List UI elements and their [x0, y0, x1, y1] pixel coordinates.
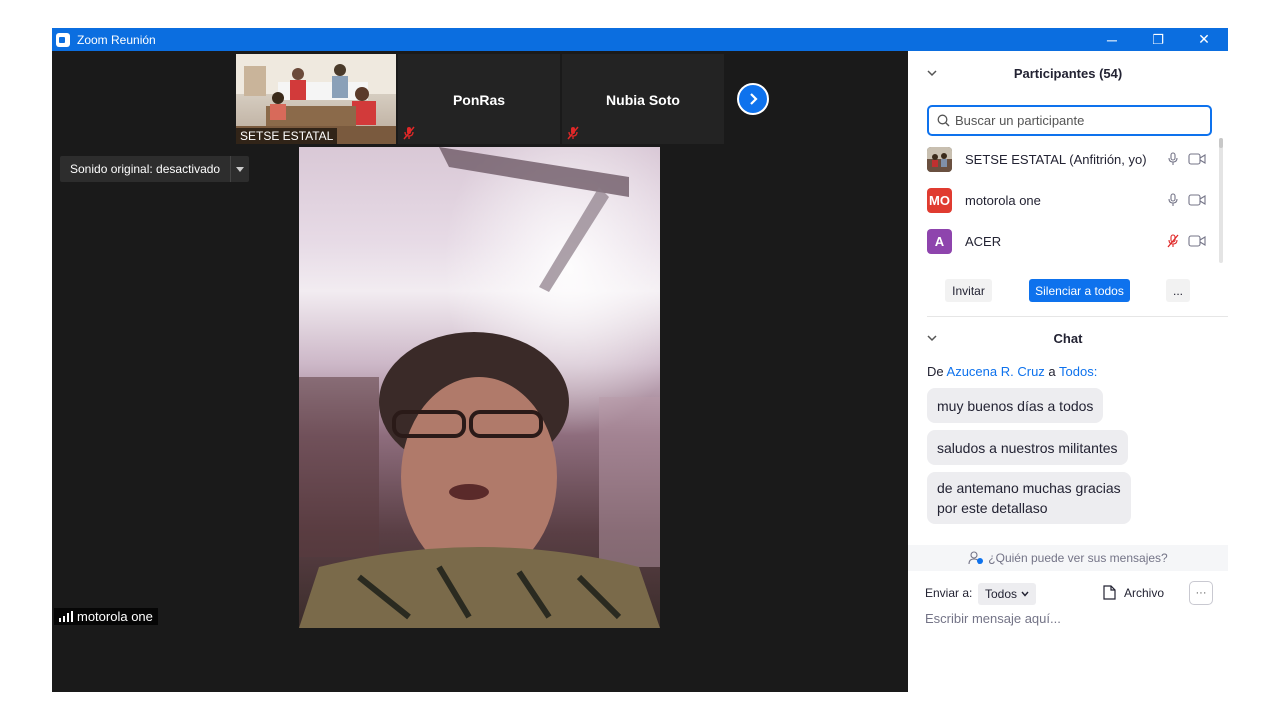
- minimize-button[interactable]: ─: [1089, 28, 1135, 51]
- participant-name: motorola one: [965, 192, 1041, 208]
- participant-row[interactable]: SETSE ESTATAL (Anfitrión, yo): [927, 145, 1207, 173]
- close-button[interactable]: ✕: [1181, 28, 1227, 51]
- send-to-dropdown[interactable]: Todos: [978, 583, 1037, 605]
- mic-muted-icon: [567, 126, 579, 140]
- video-area: SETSE ESTATAL PonRas Nubia Soto Sonido o…: [52, 51, 908, 692]
- speaker-video-feed: [299, 147, 660, 628]
- scrollbar-thumb[interactable]: [1219, 138, 1223, 148]
- chat-message-text: saludos a nuestros militantes: [937, 439, 1118, 456]
- active-speaker-name: motorola one: [77, 609, 153, 624]
- chat-title: Chat: [1053, 330, 1083, 346]
- avatar: [927, 146, 952, 172]
- chevron-down-icon: [1021, 591, 1029, 597]
- video-tile-nubia-soto[interactable]: Nubia Soto: [562, 54, 724, 144]
- video-camera-icon[interactable]: [1188, 235, 1206, 247]
- window-title: Zoom Reunión: [77, 32, 156, 47]
- chevron-down-icon[interactable]: [926, 332, 938, 344]
- from-prefix: De: [927, 364, 944, 379]
- chat-message-header: De Azucena R. Cruz a Todos:: [927, 364, 1097, 379]
- participant-search-input[interactable]: [955, 113, 1195, 128]
- mic-muted-icon[interactable]: [1167, 234, 1179, 248]
- chat-message-bubble[interactable]: de antemano muchas gracias por este deta…: [927, 472, 1131, 524]
- invite-button[interactable]: Invitar: [945, 279, 992, 302]
- file-button[interactable]: Archivo: [1103, 585, 1164, 600]
- chat-more-button[interactable]: ···: [1189, 581, 1213, 605]
- chevron-down-icon[interactable]: [926, 67, 938, 79]
- participant-row[interactable]: A ACER: [927, 227, 1207, 255]
- participant-name: SETSE ESTATAL (Anfitrión, yo): [965, 151, 1147, 167]
- participant-row[interactable]: MO motorola one: [927, 186, 1207, 214]
- tile-name-setse: SETSE ESTATAL: [236, 128, 338, 144]
- tile-name-nubia: Nubia Soto: [606, 92, 680, 108]
- signal-strength-icon: [59, 611, 73, 622]
- file-icon: [1103, 585, 1116, 600]
- chat-message-text-line2: por este detallaso: [937, 500, 1048, 516]
- original-sound-toggle[interactable]: Sonido original: desactivado: [60, 156, 250, 182]
- chevron-right-icon: [750, 93, 758, 105]
- video-camera-icon[interactable]: [1188, 194, 1206, 206]
- zoom-window: Zoom Reunión ─ ❐ ✕ SETSE ESTATAL PonRas …: [52, 28, 1228, 692]
- to-word: a: [1048, 364, 1056, 379]
- next-page-button[interactable]: [737, 83, 769, 115]
- avatar: MO: [927, 187, 952, 213]
- side-panel: Participantes (54) SETSE ESTATAL (Anfitr…: [908, 51, 1228, 692]
- participants-title: Participantes (54): [1013, 65, 1123, 81]
- caret-down-icon[interactable]: [231, 156, 249, 182]
- video-tile-setse-estatal[interactable]: SETSE ESTATAL: [236, 54, 396, 144]
- chat-message-bubble[interactable]: saludos a nuestros militantes: [927, 430, 1128, 465]
- who-can-see-messages-link[interactable]: ¿Quién puede ver sus mensajes?: [908, 545, 1228, 571]
- participant-search-box[interactable]: [927, 105, 1212, 136]
- send-to-label: Enviar a:: [925, 586, 973, 600]
- restore-button[interactable]: ❐: [1135, 28, 1181, 51]
- mic-muted-icon: [403, 126, 415, 140]
- mute-all-button[interactable]: Silenciar a todos: [1029, 279, 1130, 302]
- chat-message-text: de antemano muchas gracias: [937, 480, 1121, 496]
- title-bar: Zoom Reunión ─ ❐ ✕: [52, 28, 1228, 51]
- person-icon: [968, 551, 984, 565]
- chat-sender[interactable]: Azucena R. Cruz: [947, 364, 1045, 379]
- chat-message-text: muy buenos días a todos: [937, 397, 1094, 414]
- zoom-logo-icon: [56, 32, 70, 47]
- participants-more-button[interactable]: ...: [1166, 279, 1190, 302]
- chat-message-input[interactable]: [925, 611, 1215, 626]
- chat-header: Chat: [908, 316, 1228, 360]
- original-sound-label: Sonido original: desactivado: [60, 156, 232, 182]
- who-can-see-text: ¿Quién puede ver sus mensajes?: [988, 551, 1168, 565]
- active-speaker-video: [299, 147, 660, 628]
- participants-header: Participantes (54): [908, 51, 1228, 95]
- tile-name-ponras: PonRas: [452, 92, 506, 108]
- video-camera-icon[interactable]: [1188, 153, 1206, 165]
- microphone-icon[interactable]: [1167, 193, 1179, 207]
- avatar: A: [927, 228, 952, 254]
- active-speaker-name-tag: motorola one: [54, 608, 158, 625]
- send-to-value: Todos: [985, 587, 1018, 601]
- file-label: Archivo: [1124, 585, 1165, 600]
- chat-message-bubble[interactable]: muy buenos días a todos: [927, 388, 1104, 423]
- participants-scrollbar[interactable]: [1219, 138, 1223, 263]
- participant-name: ACER: [965, 233, 1002, 249]
- search-icon: [937, 114, 950, 127]
- chat-recipient: Todos:: [1059, 364, 1098, 379]
- microphone-icon[interactable]: [1167, 152, 1179, 166]
- video-tile-ponras[interactable]: PonRas: [398, 54, 560, 144]
